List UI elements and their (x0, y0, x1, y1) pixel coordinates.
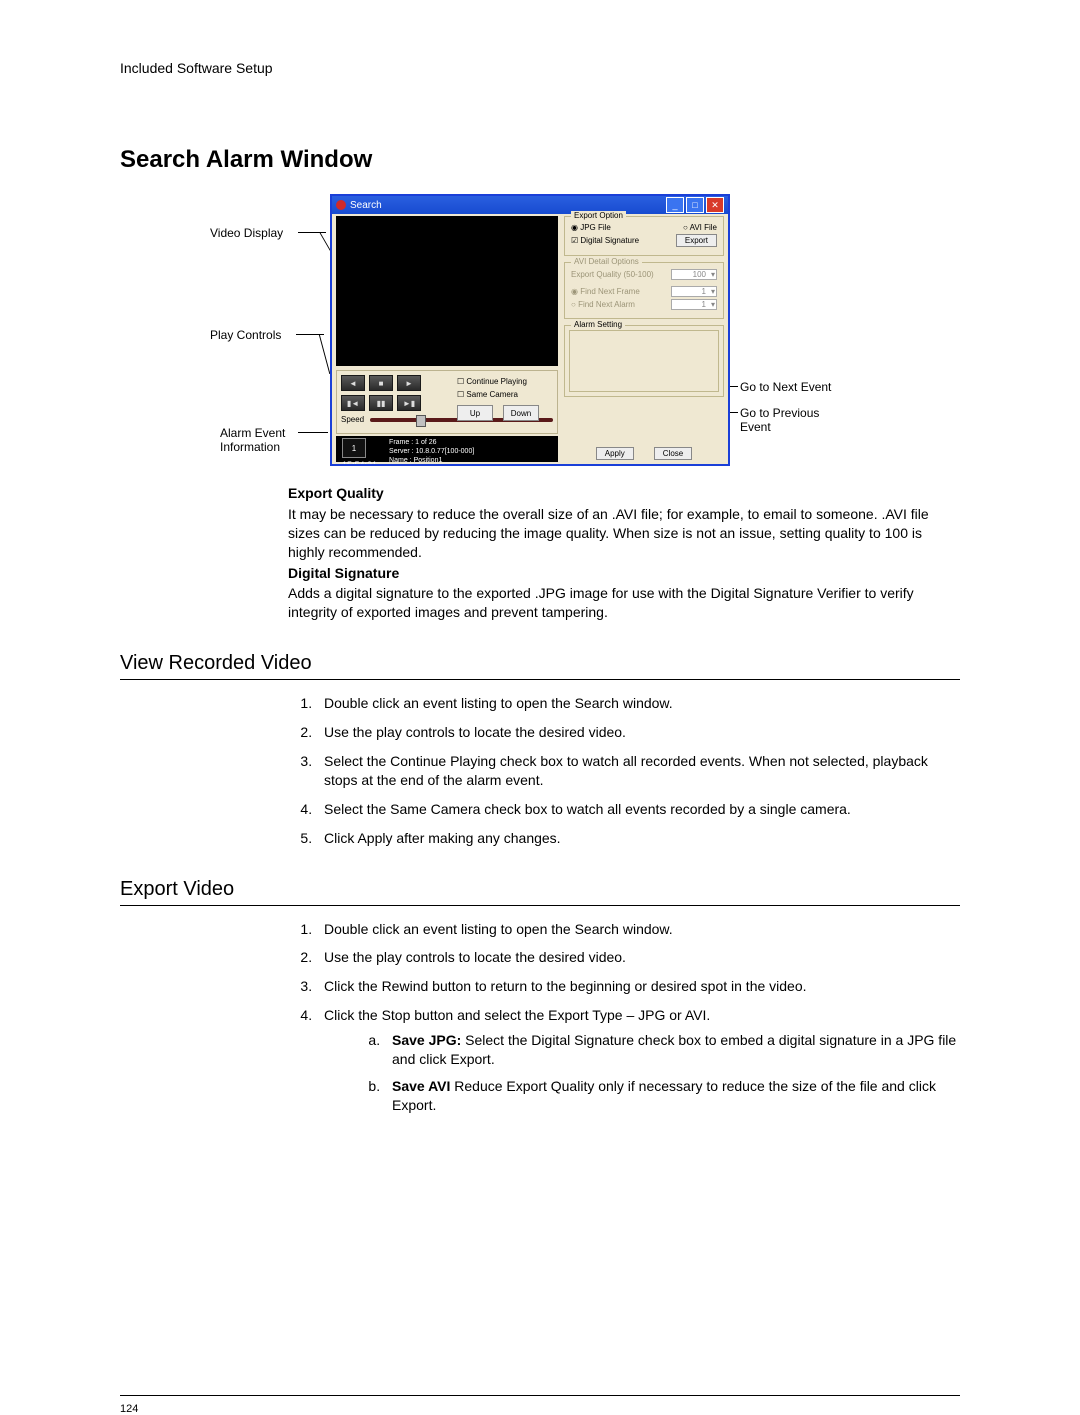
play-button[interactable]: ► (397, 375, 421, 391)
callout-play-controls: Play Controls (210, 328, 281, 342)
export-button[interactable]: Export (676, 234, 717, 247)
jpg-file-radio[interactable]: JPG File (571, 223, 611, 232)
leader-line (319, 334, 331, 374)
group-legend: AVI Detail Options (571, 257, 642, 266)
search-window[interactable]: Search _ □ ✕ ◄ ■ ► ▮◄ (330, 194, 730, 466)
leader-line (298, 432, 328, 433)
alarm-setting-box[interactable] (569, 330, 719, 392)
callout-go-prev-1: Go to Previous (740, 406, 819, 420)
section-rule (120, 905, 960, 906)
video-display[interactable] (336, 216, 558, 366)
avi-file-radio[interactable]: AVI File (683, 223, 717, 232)
export-quality-select[interactable]: 100 (671, 269, 717, 280)
find-next-frame-radio[interactable]: Find Next Frame (571, 287, 640, 296)
running-header: Included Software Setup (120, 60, 960, 76)
export-option-group: Export Option JPG File AVI File Digital … (564, 216, 724, 256)
page-number: 124 (120, 1403, 960, 1415)
window-titlebar[interactable]: Search _ □ ✕ (332, 196, 728, 214)
callout-go-next: Go to Next Event (740, 380, 831, 394)
close-button[interactable]: ✕ (706, 197, 724, 213)
list-item: Click the Rewind button to return to the… (316, 977, 960, 996)
digital-signature-body: Adds a digital signature to the exported… (288, 584, 960, 622)
export-quality-heading: Export Quality (288, 484, 960, 503)
down-button[interactable]: Down (503, 405, 539, 421)
minimize-button[interactable]: _ (666, 197, 684, 213)
view-recorded-heading: View Recorded Video (120, 652, 960, 675)
step-fwd-button[interactable]: ►▮ (397, 395, 421, 411)
avi-detail-group: AVI Detail Options Export Quality (50-10… (564, 262, 724, 319)
stop-button[interactable]: ■ (369, 375, 393, 391)
window-title: Search (350, 200, 382, 211)
page-title: Search Alarm Window (120, 146, 960, 174)
callout-alarm-event-2: Information (220, 440, 280, 454)
list-item: Select the Same Camera check box to watc… (316, 800, 960, 819)
continue-playing-checkbox[interactable]: Continue Playing (457, 375, 527, 388)
callout-alarm-event-1: Alarm Event (220, 426, 285, 440)
callout-go-prev-2: Event (740, 420, 771, 434)
list-item: Click the Stop button and select the Exp… (316, 1006, 960, 1114)
export-video-heading: Export Video (120, 878, 960, 901)
list-item: Double click an event listing to open th… (316, 920, 960, 939)
list-item: Click Apply after making any changes. (316, 829, 960, 848)
pause-button[interactable]: ▮▮ (369, 395, 393, 411)
list-item: Double click an event listing to open th… (316, 694, 960, 713)
up-button[interactable]: Up (457, 405, 493, 421)
close-panel-button[interactable]: Close (654, 447, 692, 460)
list-item: Save AVI Reduce Export Quality only if n… (384, 1077, 960, 1115)
export-quality-section: Export Quality It may be necessary to re… (288, 484, 960, 622)
footer-rule (120, 1395, 960, 1396)
find-next-alarm-select[interactable]: 1 (671, 299, 717, 310)
alarm-event-info: 1 15:54:21 Frame : 1 of 26 Server : 10.8… (336, 436, 558, 462)
leader-line (298, 232, 326, 233)
thumb-number: 1 (342, 438, 366, 458)
find-next-frame-select[interactable]: 1 (671, 286, 717, 297)
find-next-alarm-radio[interactable]: Find Next Alarm (571, 300, 635, 309)
step-back-button[interactable]: ▮◄ (341, 395, 365, 411)
alarm-setting-group: Alarm Setting (564, 325, 724, 397)
digital-signature-checkbox[interactable]: Digital Signature (571, 236, 639, 245)
export-sublist: Save JPG: Select the Digital Signature c… (364, 1031, 960, 1115)
app-icon (336, 200, 346, 210)
group-legend: Export Option (571, 211, 626, 220)
speed-label: Speed (341, 415, 364, 424)
export-quality-label: Export Quality (50-100) (571, 270, 654, 279)
export-quality-body: It may be necessary to reduce the overal… (288, 505, 960, 562)
play-controls-panel: ◄ ■ ► ▮◄ ▮▮ ►▮ Speed Continue Playing (336, 370, 558, 434)
maximize-button[interactable]: □ (686, 197, 704, 213)
figure: Video Display Play Controls Alarm Event … (120, 194, 960, 474)
list-item: Select the Continue Playing check box to… (316, 752, 960, 790)
list-item: Save JPG: Select the Digital Signature c… (384, 1031, 960, 1069)
rewind-button[interactable]: ◄ (341, 375, 365, 391)
view-recorded-steps: Double click an event listing to open th… (288, 694, 960, 847)
list-item: Use the play controls to locate the desi… (316, 723, 960, 742)
same-camera-checkbox[interactable]: Same Camera (457, 388, 527, 401)
group-legend: Alarm Setting (571, 320, 625, 329)
export-video-steps: Double click an event listing to open th… (288, 920, 960, 1115)
digital-signature-heading: Digital Signature (288, 564, 960, 583)
clock: 15:54:21 (342, 460, 377, 466)
section-rule (120, 679, 960, 680)
list-item: Use the play controls to locate the desi… (316, 948, 960, 967)
apply-button[interactable]: Apply (596, 447, 634, 460)
callout-video-display: Video Display (210, 226, 283, 240)
page: Included Software Setup Search Alarm Win… (0, 0, 1080, 1397)
